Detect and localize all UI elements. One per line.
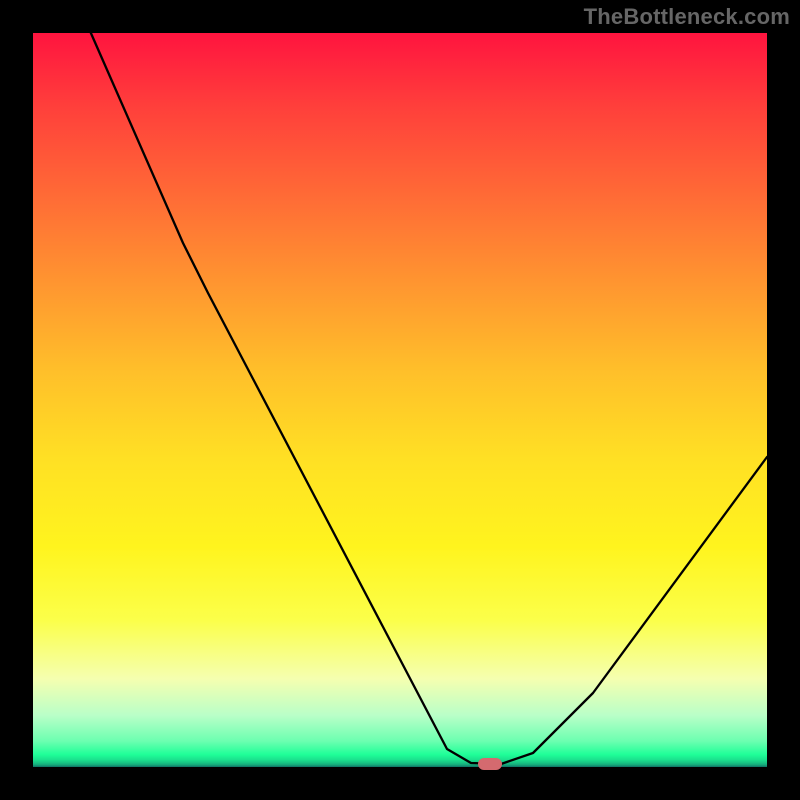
chart-frame: TheBottleneck.com bbox=[0, 0, 800, 800]
watermark-text: TheBottleneck.com bbox=[584, 4, 790, 30]
bottleneck-curve bbox=[33, 33, 767, 767]
optimal-marker bbox=[478, 758, 502, 770]
plot-area bbox=[33, 33, 767, 767]
curve-path bbox=[90, 31, 767, 764]
